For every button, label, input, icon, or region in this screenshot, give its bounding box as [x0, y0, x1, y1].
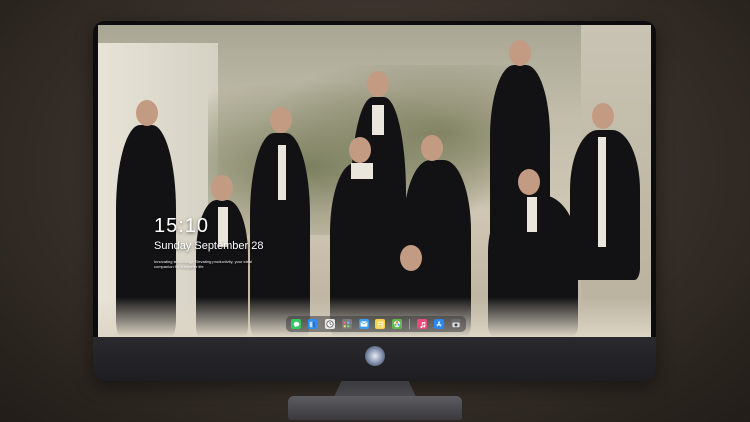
lock-screen-time: 15:10: [154, 215, 210, 237]
monitor: 15:10 Sunday September 28 Innovating tec…: [93, 21, 656, 381]
brand-logo-icon: [365, 346, 385, 366]
finder-icon[interactable]: [307, 319, 318, 329]
lock-screen-tagline: Innovating technology, Elevating product…: [154, 259, 252, 269]
camera-icon[interactable]: [450, 319, 461, 329]
dock: [286, 316, 466, 332]
lock-screen[interactable]: 15:10 Sunday September 28 Innovating tec…: [98, 25, 651, 337]
mail-icon[interactable]: [358, 319, 369, 329]
launchpad-icon[interactable]: [341, 319, 352, 329]
monitor-chin: [93, 337, 656, 381]
notes-icon[interactable]: [375, 319, 386, 329]
app-store-icon[interactable]: [434, 319, 445, 329]
messages-icon[interactable]: [291, 319, 301, 329]
dock-separator: [409, 319, 411, 329]
monitor-stand-base: [288, 396, 462, 420]
photos-icon[interactable]: [392, 319, 403, 329]
music-icon[interactable]: [417, 319, 428, 329]
clock-icon[interactable]: [324, 319, 335, 329]
lock-screen-date: Sunday September 28: [154, 240, 264, 252]
